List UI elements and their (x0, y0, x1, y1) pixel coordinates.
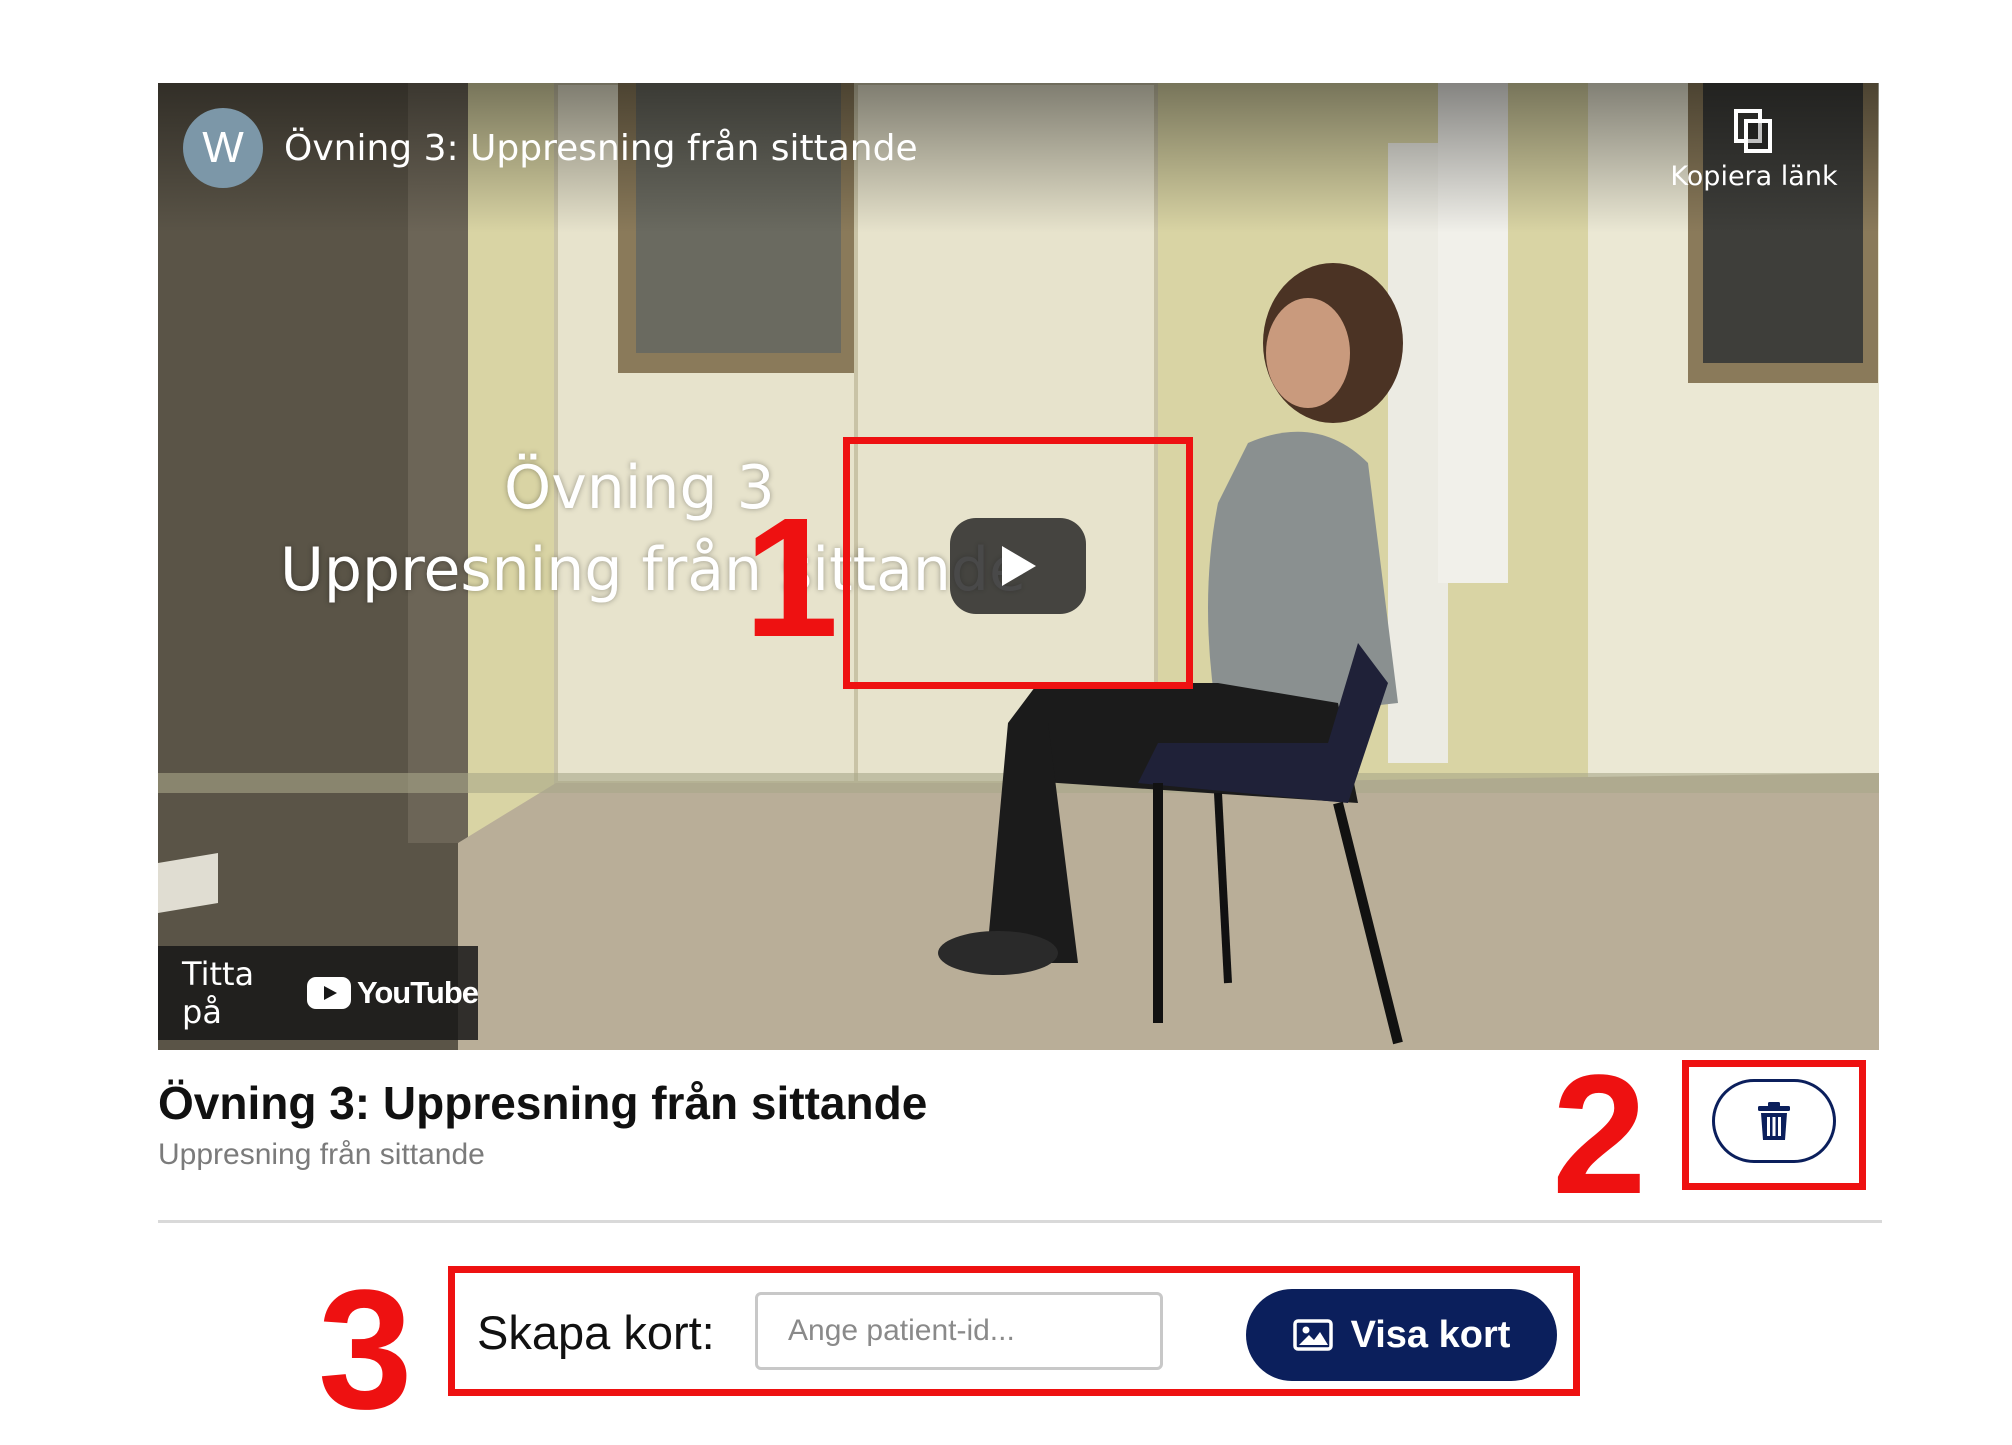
youtube-logo: YouTube (307, 975, 479, 1011)
youtube-play-icon (307, 977, 351, 1009)
copy-link-label: Kopiera länk (1670, 161, 1838, 192)
watch-on-label: Titta på (182, 955, 255, 1031)
annotation-box-2 (1682, 1060, 1866, 1190)
copy-icon (1734, 109, 1772, 153)
video-title-link[interactable]: Övning 3: Uppresning från sittande (284, 128, 918, 169)
annotation-number-3: 3 (318, 1255, 413, 1445)
youtube-wordmark: YouTube (357, 975, 479, 1010)
annotation-box-1 (843, 437, 1193, 689)
copy-link-button[interactable]: Kopiera länk (1669, 107, 1839, 192)
exercise-title: Övning 3: Uppresning från sittande (158, 1077, 928, 1129)
channel-initial: W (202, 123, 244, 172)
annotation-number-1: 1 (744, 483, 839, 673)
annotation-number-2: 2 (1552, 1040, 1647, 1230)
annotation-box-3 (448, 1266, 1580, 1396)
channel-avatar[interactable]: W (183, 108, 263, 188)
watch-on-youtube-button[interactable]: Titta på YouTube (158, 946, 479, 1040)
exercise-subtitle: Uppresning från sittande (158, 1138, 485, 1171)
video-overlay-title: Övning 3 (504, 453, 775, 523)
